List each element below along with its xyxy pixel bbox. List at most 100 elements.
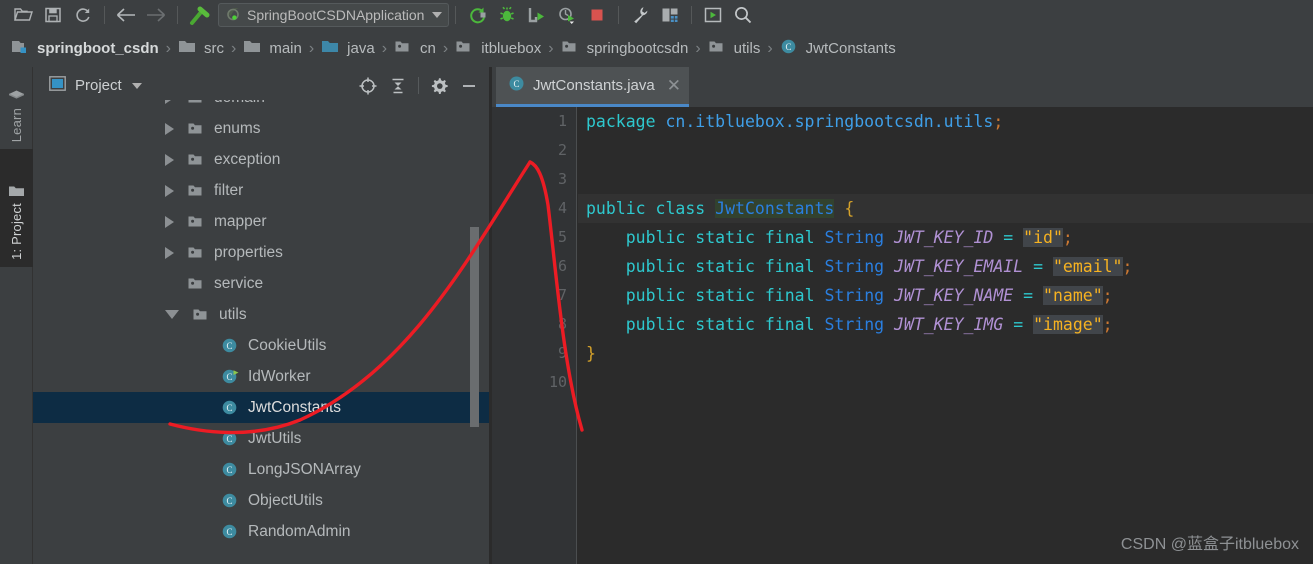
tree-row-label: utils — [219, 305, 247, 323]
project-tree[interactable]: domain enums exception filter mapper properti… — [33, 100, 492, 564]
chevron-down-icon[interactable] — [165, 310, 179, 319]
sync-refresh-icon[interactable] — [68, 2, 98, 28]
code-content[interactable]: package cn.itbluebox.springbootcsdn.util… — [578, 107, 1313, 564]
tree-row[interactable]: C IdWorker — [33, 361, 492, 392]
class-icon: C — [780, 38, 799, 60]
navigate-back-icon[interactable] — [111, 2, 141, 28]
open-folder-icon[interactable] — [8, 2, 38, 28]
breadcrumb: springboot_csdn › src › main › java › cn › itblueb… — [0, 30, 1313, 67]
breadcrumb-item-cn[interactable]: cn — [394, 38, 436, 60]
breadcrumb-item-utils[interactable]: utils — [708, 38, 760, 60]
line-number: 9 — [557, 344, 567, 362]
svg-text:C: C — [226, 434, 232, 444]
folder-icon — [243, 38, 262, 60]
select-opened-file-icon[interactable] — [353, 71, 383, 101]
project-tool-window: Project enums exception filter mapper pr… — [33, 67, 492, 564]
tree-row[interactable]: domain — [33, 100, 492, 113]
breadcrumb-item-label: JwtConstants — [805, 40, 896, 57]
tree-row[interactable]: C CookieUtils — [33, 330, 492, 361]
tree-row[interactable]: C RandomAdmin — [33, 516, 492, 547]
tree-row[interactable]: exception — [33, 144, 492, 175]
gear-icon[interactable] — [424, 71, 454, 101]
svg-text:C: C — [226, 403, 232, 413]
chevron-right-icon[interactable] — [165, 153, 174, 166]
breadcrumb-item-itbluebox[interactable]: itbluebox — [455, 38, 541, 60]
tree-row[interactable]: filter — [33, 175, 492, 206]
line-number: 4 — [557, 199, 567, 217]
line-number: 3 — [557, 170, 567, 188]
hide-panel-icon[interactable] — [454, 71, 484, 101]
editor-gutter[interactable]: 1 2 3 4 5 6 7 8 9 10 — [492, 107, 577, 564]
chevron-right-icon[interactable] — [165, 215, 174, 228]
tab-jwtconstants-java[interactable]: C JwtConstants.java ✕ — [496, 67, 689, 107]
svg-text:C: C — [226, 527, 232, 537]
package-icon — [187, 182, 206, 199]
chevron-right-icon[interactable] — [165, 246, 174, 259]
toolbar-divider-4 — [618, 6, 620, 24]
tree-row[interactable]: service — [33, 268, 492, 299]
debug-icon[interactable] — [492, 2, 522, 28]
class-icon: C — [221, 523, 240, 540]
breadcrumb-item-label: java — [347, 40, 375, 57]
tree-row-label: filter — [214, 181, 244, 199]
package-icon — [455, 38, 474, 60]
collapse-all-icon[interactable] — [383, 71, 413, 101]
sidebar-item-project[interactable]: 1: Project — [0, 149, 33, 267]
breadcrumb-item-main[interactable]: main — [243, 38, 302, 60]
chevron-right-icon[interactable] — [165, 122, 174, 135]
project-structure-icon[interactable] — [655, 2, 685, 28]
breadcrumb-separator: › — [231, 39, 237, 57]
tree-row-label: enums — [214, 119, 261, 137]
breadcrumb-separator: › — [767, 39, 773, 57]
tree-row-label: RandomAdmin — [248, 522, 351, 540]
chevron-down-icon[interactable] — [131, 82, 142, 89]
tree-row[interactable]: utils — [33, 299, 492, 330]
breadcrumb-item-label: itbluebox — [481, 40, 542, 57]
tree-row[interactable]: enums — [33, 113, 492, 144]
tree-row[interactable]: mapper — [33, 206, 492, 237]
close-icon[interactable]: ✕ — [667, 77, 681, 94]
profile-icon[interactable] — [552, 2, 582, 28]
tree-row-label: service — [214, 274, 264, 292]
svg-text:C: C — [226, 465, 232, 475]
source-folder-icon — [321, 38, 340, 60]
tree-row[interactable]: C LongJSONArray — [33, 454, 492, 485]
tree-row[interactable]: C ObjectUtils — [33, 485, 492, 516]
stop-icon[interactable] — [582, 2, 612, 28]
search-everywhere-icon[interactable] — [728, 2, 758, 28]
tree-row-selected[interactable]: C JwtConstants — [33, 392, 492, 423]
svg-text:C: C — [226, 372, 232, 382]
save-all-icon[interactable] — [38, 2, 68, 28]
chevron-right-icon[interactable] — [165, 100, 174, 104]
spring-boot-icon — [224, 4, 242, 27]
line-number: 10 — [548, 373, 567, 391]
package-icon — [394, 38, 413, 60]
class-icon: C — [221, 337, 240, 354]
run-icon[interactable] — [462, 2, 492, 28]
sidebar-item-learn[interactable]: Learn — [0, 67, 33, 149]
run-configuration-selector[interactable]: SpringBootCSDNApplication — [218, 3, 450, 27]
svg-text:C: C — [513, 79, 519, 89]
tree-row[interactable]: C JwtUtils — [33, 423, 492, 454]
tree-row-label: JwtUtils — [248, 429, 302, 447]
csdn-watermark: CSDN @蓝盒子itbluebox — [1120, 536, 1299, 553]
build-hammer-icon[interactable] — [184, 2, 214, 28]
run-anything-icon[interactable] — [698, 2, 728, 28]
chevron-right-icon[interactable] — [165, 184, 174, 197]
breadcrumb-item-springboot-csdn[interactable]: springboot_csdn — [11, 38, 159, 60]
breadcrumb-item-java[interactable]: java — [321, 38, 375, 60]
project-panel-title: Project — [75, 77, 122, 94]
chevron-down-icon[interactable] — [432, 12, 443, 18]
project-view-icon — [49, 75, 66, 96]
breadcrumb-item-src[interactable]: src — [178, 38, 224, 60]
toolbar-divider-3 — [455, 6, 457, 24]
project-tree-scrollbar[interactable] — [470, 227, 479, 427]
tree-row[interactable]: properties — [33, 237, 492, 268]
breadcrumb-item-springbootcsdn[interactable]: springbootcsdn — [561, 38, 688, 60]
breadcrumb-item-jwtconstants[interactable]: C JwtConstants — [780, 38, 896, 60]
wrench-settings-icon[interactable] — [625, 2, 655, 28]
tree-row-label: CookieUtils — [248, 336, 327, 354]
run-with-coverage-icon[interactable] — [522, 2, 552, 28]
tree-row-label: JwtConstants — [248, 398, 342, 416]
